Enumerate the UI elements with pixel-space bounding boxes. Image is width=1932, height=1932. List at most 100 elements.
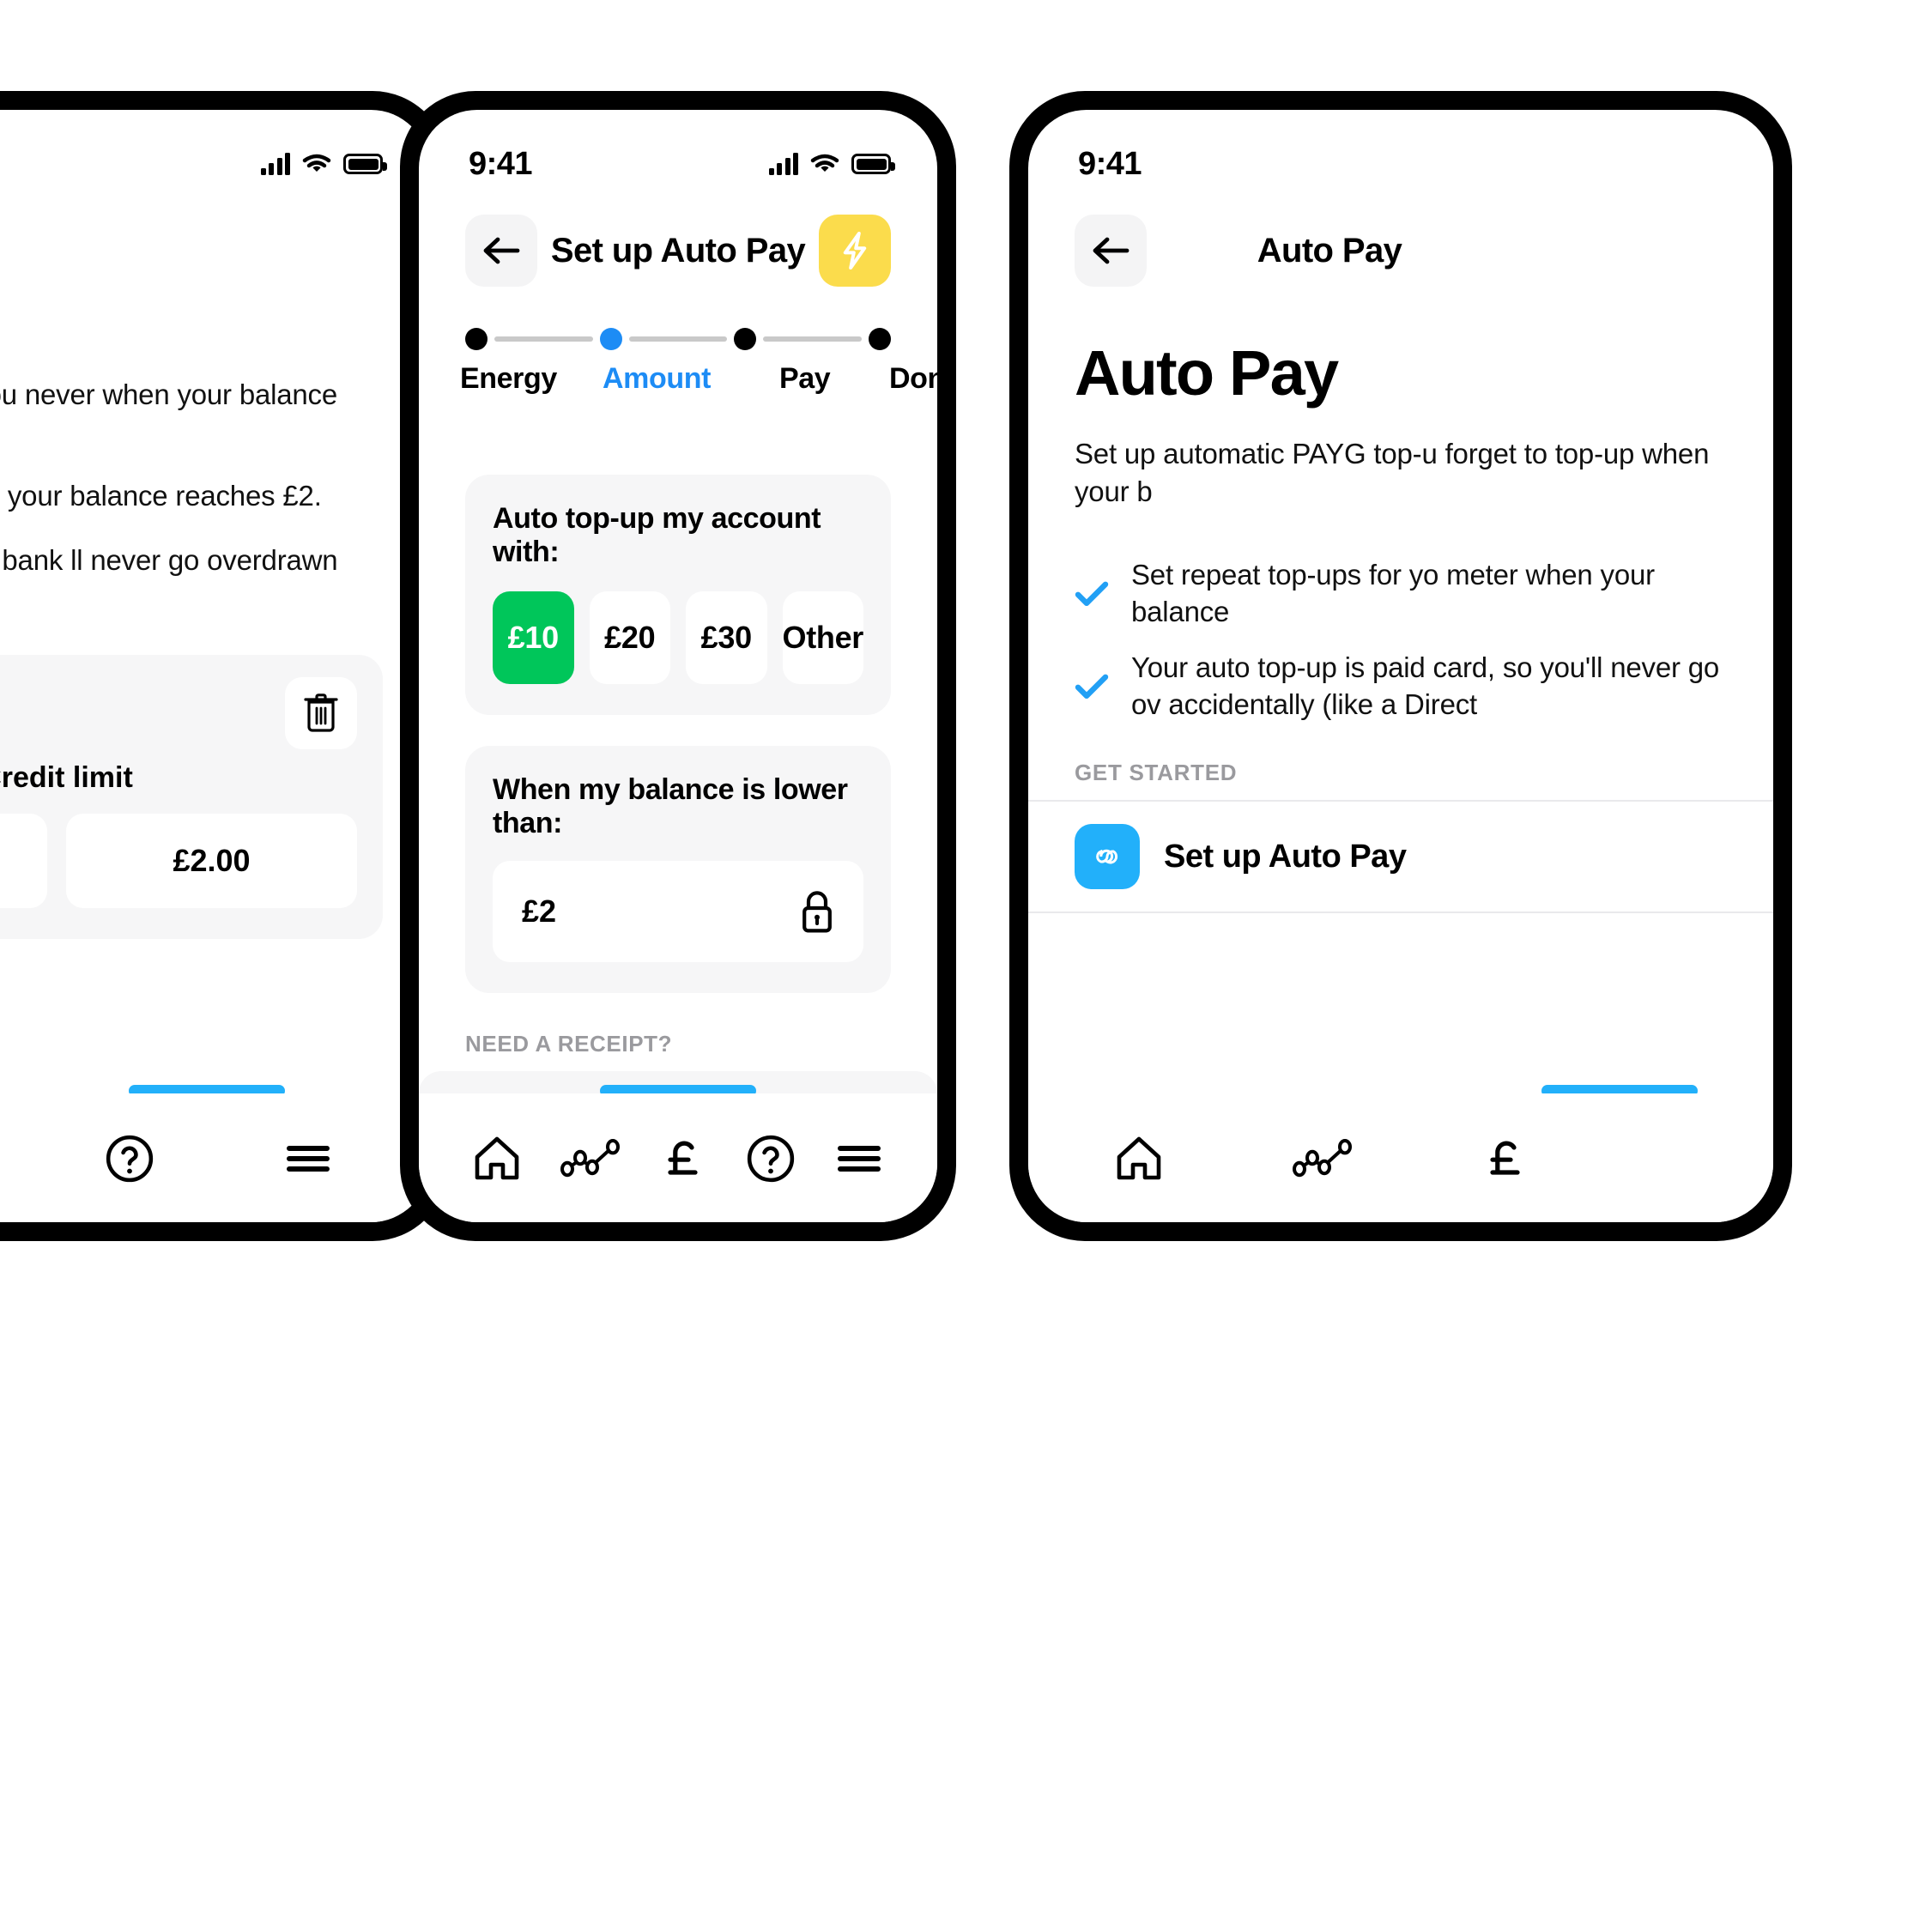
left-intro-copy: c PAYG top-ups so you never when your ba… bbox=[0, 287, 429, 617]
pound-icon bbox=[1490, 1141, 1520, 1175]
app-bar-middle: Set up Auto Pay bbox=[419, 192, 937, 287]
credit-limit-value[interactable]: £2.00 bbox=[66, 814, 357, 909]
step-label-pay: Pay bbox=[779, 362, 831, 395]
phone-middle: 9:41 Set up Auto Pay Energy Amount Pay D… bbox=[400, 91, 956, 1241]
infinity-icon bbox=[1096, 849, 1118, 864]
screenshot-canvas: Auto Pay c PAYG top-ups so you never whe… bbox=[0, 0, 1932, 1932]
cellular-bars-icon bbox=[260, 153, 290, 175]
page-title: Auto Pay bbox=[0, 232, 383, 270]
step-label-done: Done bbox=[889, 362, 937, 395]
menu-icon bbox=[287, 1146, 330, 1172]
step-node-done[interactable] bbox=[869, 328, 892, 350]
screen-left: Auto Pay c PAYG top-ups so you never whe… bbox=[0, 110, 429, 1222]
boost-button[interactable] bbox=[819, 215, 891, 287]
tab-menu[interactable] bbox=[283, 1140, 333, 1178]
status-time: 9:41 bbox=[469, 145, 533, 182]
lightning-bolt-icon bbox=[843, 232, 867, 270]
amount-option-30[interactable]: £30 bbox=[686, 591, 767, 684]
paragraph: op-ups for your PAYG your balance reache… bbox=[0, 480, 322, 512]
status-time: 9:41 bbox=[1078, 145, 1142, 182]
amount-option-20[interactable]: £20 bbox=[589, 591, 670, 684]
threshold-field[interactable]: £2 bbox=[493, 861, 863, 962]
status-icons bbox=[260, 153, 387, 175]
arrow-left-icon bbox=[483, 237, 520, 264]
tab-home[interactable] bbox=[472, 1135, 522, 1183]
lock-icon bbox=[802, 891, 832, 933]
wifi-icon bbox=[302, 154, 331, 172]
tab-bar-middle bbox=[419, 1093, 937, 1222]
tab-bar-right bbox=[1028, 1093, 1773, 1222]
wifi-icon bbox=[810, 154, 839, 172]
app-bar-right: Auto Pay bbox=[1028, 192, 1773, 287]
credit-limit-card: Credit limit £2.00 bbox=[0, 655, 383, 940]
check-icon bbox=[1075, 674, 1109, 700]
trash-icon bbox=[304, 693, 338, 732]
step-line bbox=[628, 336, 728, 342]
benefit-text: Set repeat top-ups for yo meter when you… bbox=[1131, 559, 1655, 628]
receipt-eyebrow: NEED A RECEIPT? bbox=[465, 1031, 673, 1057]
back-button[interactable] bbox=[465, 215, 537, 287]
benefits-list: Set repeat top-ups for yo meter when you… bbox=[1028, 511, 1773, 724]
credit-field-partial[interactable] bbox=[0, 814, 47, 909]
home-icon bbox=[1117, 1136, 1161, 1180]
paragraph: p-up is paid with your bank ll never go … bbox=[0, 543, 338, 576]
screen-right: 9:41 Auto Pay Auto Pay Set up automatic … bbox=[1028, 110, 1773, 1222]
section-eyebrow: GET STARTED bbox=[1075, 760, 1238, 785]
hero-subtitle: Set up automatic PAYG top-u forget to to… bbox=[1075, 438, 1710, 508]
page-title: Auto Pay bbox=[1257, 231, 1402, 270]
delete-button[interactable] bbox=[285, 677, 357, 750]
cellular-bars-icon bbox=[768, 153, 798, 175]
tab-help[interactable] bbox=[746, 1134, 796, 1184]
help-icon bbox=[747, 1135, 794, 1183]
tab-menu[interactable] bbox=[834, 1140, 884, 1178]
tab-usage[interactable] bbox=[1293, 1139, 1353, 1178]
arrow-left-icon bbox=[1093, 237, 1130, 264]
step-node-pay[interactable] bbox=[734, 328, 757, 350]
amount-option-10[interactable]: £10 bbox=[493, 591, 574, 684]
tab-home[interactable] bbox=[1114, 1135, 1164, 1183]
check-icon bbox=[1075, 581, 1109, 607]
screen-middle: 9:41 Set up Auto Pay Energy Amount Pay D… bbox=[419, 110, 937, 1222]
step-label-amount: Amount bbox=[603, 362, 712, 395]
step-line bbox=[494, 336, 593, 342]
setup-stepper: Energy Amount Pay Done bbox=[419, 287, 937, 396]
tab-help[interactable] bbox=[105, 1134, 154, 1184]
step-node-amount[interactable] bbox=[599, 328, 622, 350]
usage-graph-icon bbox=[1293, 1139, 1352, 1178]
paragraph: c PAYG top-ups so you never when your ba… bbox=[0, 379, 338, 410]
phone-left: Auto Pay c PAYG top-ups so you never whe… bbox=[0, 91, 448, 1241]
help-icon bbox=[106, 1135, 154, 1183]
battery-icon bbox=[343, 154, 387, 174]
status-icons bbox=[768, 153, 895, 175]
amount-options: £10 £20 £30 Other bbox=[493, 591, 863, 684]
tab-usage[interactable] bbox=[560, 1139, 621, 1178]
threshold-value: £2 bbox=[522, 893, 557, 929]
hero-title: Auto Pay bbox=[1075, 337, 1339, 409]
setup-auto-pay-row[interactable]: Set up Auto Pay bbox=[1028, 800, 1773, 913]
topup-card-title: Auto top-up my account with: bbox=[493, 502, 821, 568]
step-line bbox=[763, 336, 863, 342]
list-item: Set repeat top-ups for yo meter when you… bbox=[1075, 557, 1727, 631]
topup-amount-card: Auto top-up my account with: £10 £20 £30… bbox=[465, 475, 891, 715]
infinity-icon-tile bbox=[1075, 824, 1140, 889]
balance-threshold-card: When my balance is lower than: £2 bbox=[465, 746, 891, 993]
menu-icon bbox=[837, 1146, 881, 1172]
amount-option-other[interactable]: Other bbox=[782, 591, 863, 684]
tab-pay[interactable] bbox=[1481, 1133, 1529, 1184]
phone-right: 9:41 Auto Pay Auto Pay Set up automatic … bbox=[1009, 91, 1792, 1241]
threshold-card-title: When my balance is lower than: bbox=[493, 773, 848, 839]
step-node-energy[interactable] bbox=[465, 328, 488, 350]
list-item: Your auto top-up is paid card, so you'll… bbox=[1075, 650, 1727, 724]
usage-graph-icon bbox=[560, 1139, 621, 1178]
status-bar-middle: 9:41 bbox=[419, 110, 937, 192]
credit-limit-label: Credit limit bbox=[0, 761, 133, 795]
tab-pay[interactable] bbox=[659, 1133, 707, 1184]
home-icon bbox=[475, 1136, 519, 1180]
status-bar-right: 9:41 bbox=[1028, 110, 1773, 192]
page-title: Set up Auto Pay bbox=[550, 231, 806, 270]
pound-icon bbox=[668, 1141, 698, 1175]
setup-auto-pay-label: Set up Auto Pay bbox=[1164, 838, 1407, 875]
back-button[interactable] bbox=[1075, 215, 1147, 287]
battery-icon bbox=[851, 154, 895, 174]
app-bar-left: Auto Pay bbox=[0, 192, 429, 287]
